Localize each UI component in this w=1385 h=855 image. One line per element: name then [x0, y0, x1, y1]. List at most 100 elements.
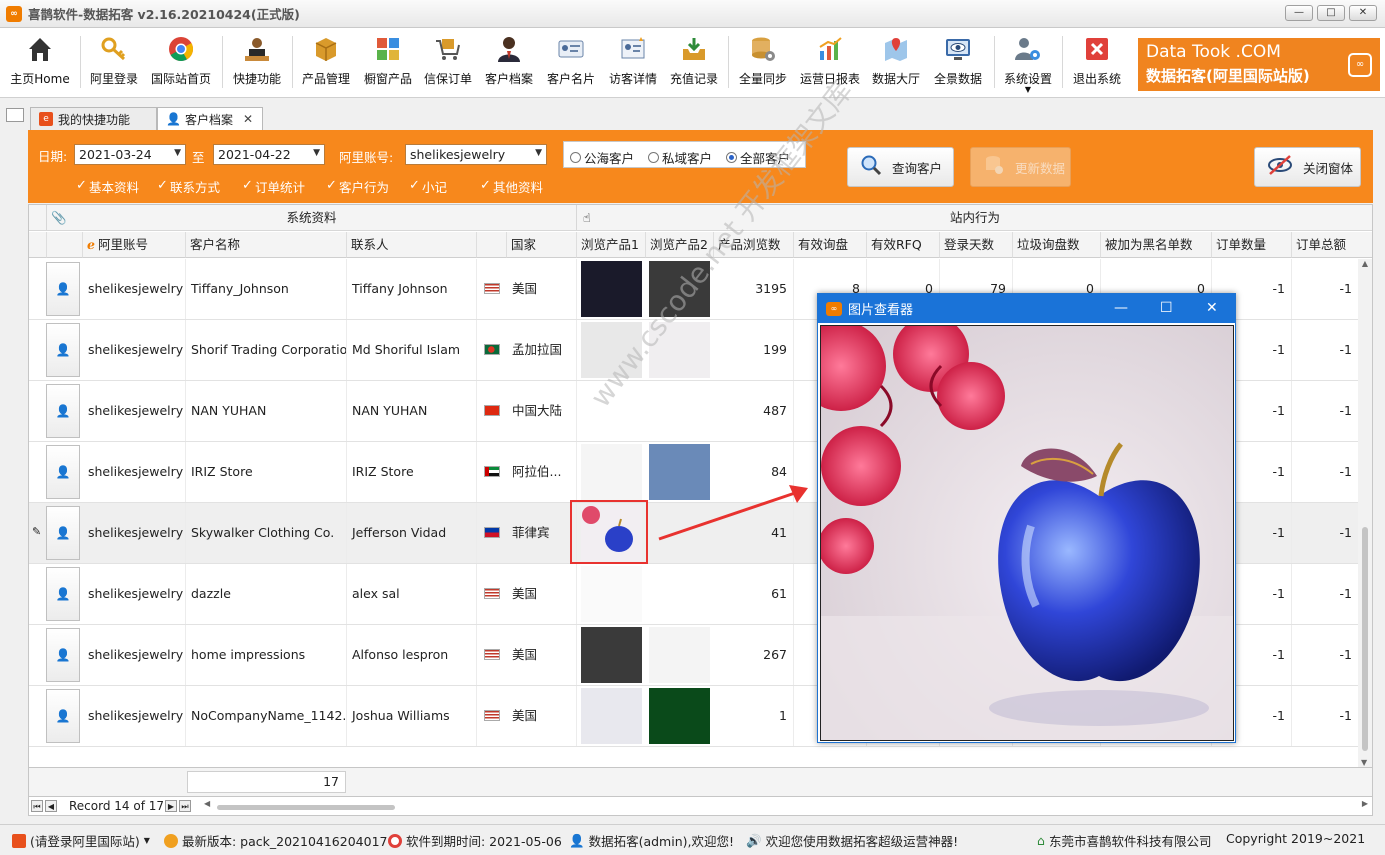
col-contact[interactable]: 联系人	[347, 232, 477, 258]
toolbar-business-card-button[interactable]: 客户名片	[543, 32, 599, 94]
tab-quick-functions[interactable]: e 我的快捷功能	[30, 107, 157, 130]
viewer-minimize-button[interactable]: —	[1114, 300, 1128, 316]
col-browsed-product-2[interactable]: 浏览产品2	[646, 232, 714, 258]
customer-detail-button[interactable]: 👤	[46, 567, 80, 621]
toolbar-settings-button[interactable]: 系统设置 ▼	[1000, 32, 1056, 94]
account-select[interactable]: shelikesjewelry ▼	[405, 144, 547, 165]
col-blacklisted[interactable]: 被加为黑名单数	[1101, 232, 1212, 258]
radio-public-customers[interactable]: 公海客户	[570, 148, 634, 167]
product-thumbnail-1[interactable]	[581, 688, 642, 744]
toolbar-visitor-button[interactable]: 访客详情	[605, 32, 661, 94]
user-icon: 👤	[569, 832, 585, 848]
vertical-scrollbar[interactable]: ▲ ▼	[1358, 259, 1372, 767]
date-to-picker[interactable]: 2021-04-22 ▼	[213, 144, 325, 165]
toolbar-exit-button[interactable]: 退出系统	[1068, 32, 1126, 94]
customer-icon: 👤	[55, 465, 71, 479]
product-thumbnail-2[interactable]	[649, 261, 710, 317]
check-basic-info[interactable]: ✓ 基本资料	[76, 177, 139, 196]
product-thumbnail-2[interactable]	[649, 688, 710, 744]
toolbar-data-hall-button[interactable]: 数据大厅	[868, 32, 924, 94]
cell-ali-account: shelikesjewelry	[83, 564, 186, 624]
customer-detail-button[interactable]: 👤	[46, 384, 80, 438]
country-flag-icon	[484, 527, 500, 538]
radio-all-customers[interactable]: 全部客户	[726, 148, 790, 167]
check-order-stats[interactable]: ✓ 订单统计	[242, 177, 305, 196]
cell-ali-account: shelikesjewelry	[83, 442, 186, 502]
customer-detail-button[interactable]: 👤	[46, 628, 80, 682]
scrollbar-thumb[interactable]	[1362, 527, 1368, 751]
toolbar-home-button[interactable]: 主页Home	[8, 32, 72, 94]
check-other-info[interactable]: ✓ 其他资料	[480, 177, 543, 196]
toolbar-ali-login-button[interactable]: 阿里登录	[86, 32, 142, 94]
horizontal-scrollbar-thumb[interactable]	[217, 805, 395, 810]
col-valid-inquiries[interactable]: 有效询盘	[794, 232, 867, 258]
brand-banner: Data Took .COM 数据拓客(阿里国际站版) ∞	[1138, 38, 1380, 91]
quick-function-icon: e	[39, 112, 53, 126]
close-button[interactable]: ✕	[1349, 5, 1377, 21]
tab-list-button[interactable]	[6, 108, 24, 122]
check-behavior[interactable]: ✓ 客户行为	[326, 177, 389, 196]
customer-type-group: 公海客户 私域客户 全部客户	[563, 141, 806, 168]
cell-customer-name: NoCompanyName_1142...	[186, 686, 347, 746]
col-product-views[interactable]: 产品浏览数	[714, 232, 794, 258]
toolbar-product-button[interactable]: 产品管理	[298, 32, 354, 94]
maximize-button[interactable]: □	[1317, 5, 1345, 21]
toolbar-daily-report-button[interactable]: 运营日报表	[798, 32, 862, 94]
col-spam-inquiries[interactable]: 垃圾询盘数	[1013, 232, 1101, 258]
customer-detail-button[interactable]: 👤	[46, 262, 80, 316]
cell-customer-name: Tiffany_Johnson	[186, 259, 347, 319]
product-thumbnail-1[interactable]	[581, 627, 642, 683]
toolbar-showcase-button[interactable]: 橱窗产品	[360, 32, 416, 94]
col-order-count[interactable]: 订单数量	[1212, 232, 1292, 258]
image-viewer-titlebar[interactable]: ∞ 图片查看器 — ☐ ✕	[818, 294, 1235, 323]
product-thumbnail-1[interactable]	[581, 261, 642, 317]
date-from-picker[interactable]: 2021-03-24 ▼	[74, 144, 186, 165]
col-ali-account[interactable]: ℯ 阿里账号	[83, 232, 186, 258]
col-country[interactable]: 国家	[507, 232, 577, 258]
product-thumbnail-1[interactable]	[581, 566, 642, 622]
product-thumbnail-2[interactable]	[649, 627, 710, 683]
toolbar-panorama-button[interactable]: 全景数据	[929, 32, 987, 94]
check-notes[interactable]: ✓ 小记	[409, 177, 447, 196]
tab-customer-file[interactable]: 👤 客户档案 ✕	[157, 107, 263, 130]
toolbar-full-sync-button[interactable]: 全量同步	[734, 32, 792, 94]
cell-country: 阿拉伯...	[507, 442, 577, 502]
cell-order-total: -1	[1292, 564, 1359, 624]
cell-contact: IRIZ Store	[347, 442, 477, 502]
customer-detail-button[interactable]: 👤	[46, 323, 80, 377]
col-valid-rfq[interactable]: 有效RFQ	[867, 232, 940, 258]
col-customer-name[interactable]: 客户名称	[186, 232, 347, 258]
toolbar-order-button[interactable]: 信保订单	[420, 32, 476, 94]
toolbar-shortcuts-button[interactable]: 快捷功能	[228, 32, 286, 94]
radio-private-customers[interactable]: 私域客户	[648, 148, 712, 167]
customer-detail-button[interactable]: 👤	[46, 445, 80, 499]
col-login-days[interactable]: 登录天数	[940, 232, 1013, 258]
last-record-button[interactable]: ⏭	[179, 800, 191, 812]
customer-detail-button[interactable]: 👤	[46, 689, 80, 743]
viewer-close-button[interactable]: ✕	[1206, 300, 1218, 316]
toolbar-customer-file-button[interactable]: 客户档案	[481, 32, 537, 94]
toolbar-recharge-button[interactable]: 充值记录	[666, 32, 722, 94]
band-site-behavior: ☝ 站内行为	[577, 205, 1372, 231]
product-thumbnail-2[interactable]	[649, 322, 710, 378]
update-data-button[interactable]: 更新数据	[970, 147, 1071, 187]
customer-detail-button[interactable]: 👤	[46, 506, 80, 560]
query-customer-button[interactable]: 查询客户	[847, 147, 954, 187]
col-browsed-product-1[interactable]: 浏览产品1	[577, 232, 646, 258]
tab-close-icon[interactable]: ✕	[243, 112, 253, 126]
product-thumbnail-1[interactable]	[581, 322, 642, 378]
inbox-icon	[679, 34, 709, 64]
next-record-button[interactable]: ▶	[165, 800, 177, 812]
main-toolbar: 主页Home 阿里登录 国际站首页 快捷功能 产品管理 橱窗产品 信保订单 客户…	[0, 28, 1385, 98]
check-contact[interactable]: ✓ 联系方式	[157, 177, 220, 196]
product-thumbnail-1[interactable]	[581, 444, 642, 500]
col-order-total[interactable]: 订单总额	[1292, 232, 1372, 258]
status-login[interactable]: (请登录阿里国际站) ▼	[12, 831, 150, 850]
viewer-maximize-button[interactable]: ☐	[1160, 300, 1173, 316]
toolbar-intl-home-button[interactable]: 国际站首页	[148, 32, 214, 94]
prev-record-button[interactable]: ◀	[45, 800, 57, 812]
first-record-button[interactable]: ⏮	[31, 800, 43, 812]
minimize-button[interactable]: —	[1285, 5, 1313, 21]
close-window-button[interactable]: 关闭窗体	[1254, 147, 1361, 187]
customer-icon: 👤	[55, 587, 71, 601]
